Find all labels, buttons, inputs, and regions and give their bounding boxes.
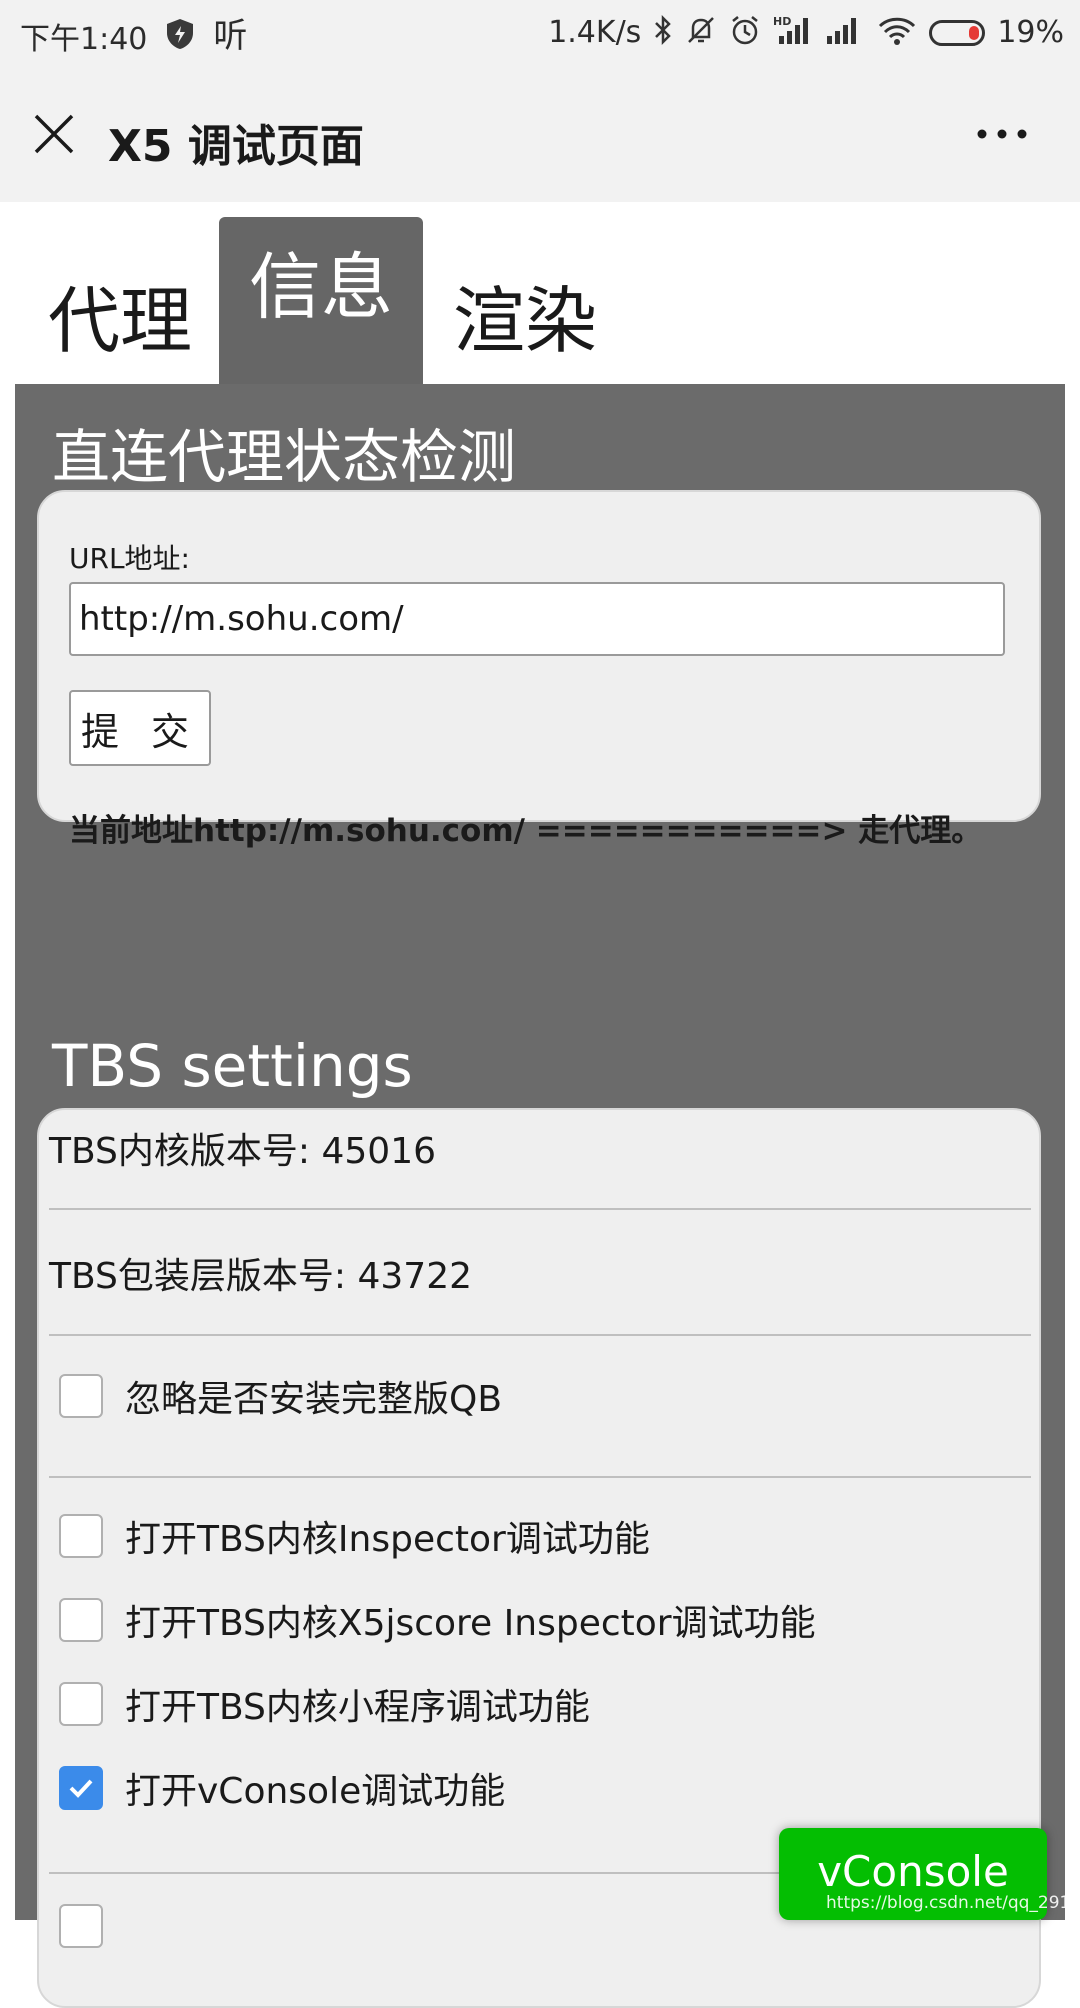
app-label: 听 [213, 16, 248, 56]
more-button[interactable] [972, 114, 1032, 154]
tab-render[interactable]: 渲染 [445, 262, 605, 367]
option-label: 打开vConsole调试功能 [125, 1771, 506, 1812]
close-icon [34, 114, 74, 154]
shield-icon [165, 18, 195, 55]
checkbox[interactable] [59, 1598, 103, 1642]
alarm-icon [729, 14, 761, 51]
checkbox[interactable] [59, 1682, 103, 1726]
mute-bell-icon [685, 14, 717, 51]
page-title: X5 调试页面 [108, 121, 364, 172]
divider [49, 1208, 1031, 1210]
option-inspector[interactable]: 打开TBS内核Inspector调试功能 [59, 1510, 650, 1562]
checkbox[interactable] [59, 1904, 103, 1948]
svg-text:HD: HD [773, 15, 791, 28]
option-label: 打开TBS内核X5jscore Inspector调试功能 [125, 1603, 816, 1644]
url-label: URL地址: [69, 542, 190, 575]
checkbox[interactable] [59, 1514, 103, 1558]
submit-button[interactable]: 提 交 [69, 690, 211, 766]
tbs-wrapper-version: TBS包装层版本号: 43722 [49, 1256, 473, 1297]
tab-info[interactable]: 信息 [219, 217, 423, 384]
proxy-result: 当前地址http://m.sohu.com/ ===========> 走代理。 [69, 813, 983, 849]
checkbox-checked[interactable] [59, 1766, 103, 1810]
divider [49, 1476, 1031, 1478]
status-bar: 下午1:40 听 1.4K/s HD 19% [0, 0, 1080, 72]
option-jscore-inspector[interactable]: 打开TBS内核X5jscore Inspector调试功能 [59, 1594, 816, 1646]
url-input[interactable] [69, 582, 1005, 656]
network-speed: 1.4K/s [548, 15, 642, 50]
option-vconsole[interactable]: 打开vConsole调试功能 [59, 1762, 505, 1814]
title-bar: X5 调试页面 [0, 72, 1080, 202]
battery-percent: 19% [997, 15, 1064, 50]
divider [49, 1334, 1031, 1336]
tab-proxy[interactable]: 代理 [40, 262, 200, 367]
proxy-section-title: 直连代理状态检测 [52, 423, 517, 491]
wifi-icon [877, 14, 917, 51]
status-time: 下午1:40 [20, 22, 148, 57]
tbs-section-title: TBS settings [52, 1032, 413, 1100]
status-right: 1.4K/s HD 19% [548, 14, 1064, 51]
option-label: 打开TBS内核Inspector调试功能 [125, 1519, 650, 1560]
tbs-kernel-version: TBS内核版本号: 45016 [49, 1131, 437, 1172]
more-dots-icon [977, 129, 1027, 139]
option-ignore-qb[interactable]: 忽略是否安装完整版QB [59, 1370, 502, 1422]
option-label: 忽略是否安装完整版QB [125, 1379, 503, 1420]
battery-icon [929, 19, 986, 46]
watermark: https://blog.csdn.net/qq_2918056 [826, 1893, 1080, 1913]
option-label: 打开TBS内核小程序调试功能 [125, 1687, 590, 1728]
option-miniprogram-debug[interactable]: 打开TBS内核小程序调试功能 [59, 1678, 590, 1730]
bluetooth-icon [653, 14, 673, 51]
content-panel: 直连代理状态检测 URL地址: 提 交 当前地址http://m.sohu.co… [15, 384, 1065, 2008]
close-button[interactable] [32, 112, 76, 156]
signal-icon [825, 14, 865, 51]
proxy-card: URL地址: 提 交 当前地址http://m.sohu.com/ ======… [37, 490, 1041, 849]
checkmark-icon [69, 1779, 93, 1798]
checkbox[interactable] [59, 1374, 103, 1418]
status-left: 下午1:40 听 [20, 14, 247, 58]
tab-bar: 代理 信息 渲染 [0, 202, 1080, 384]
hd-signal-icon: HD [773, 14, 813, 51]
